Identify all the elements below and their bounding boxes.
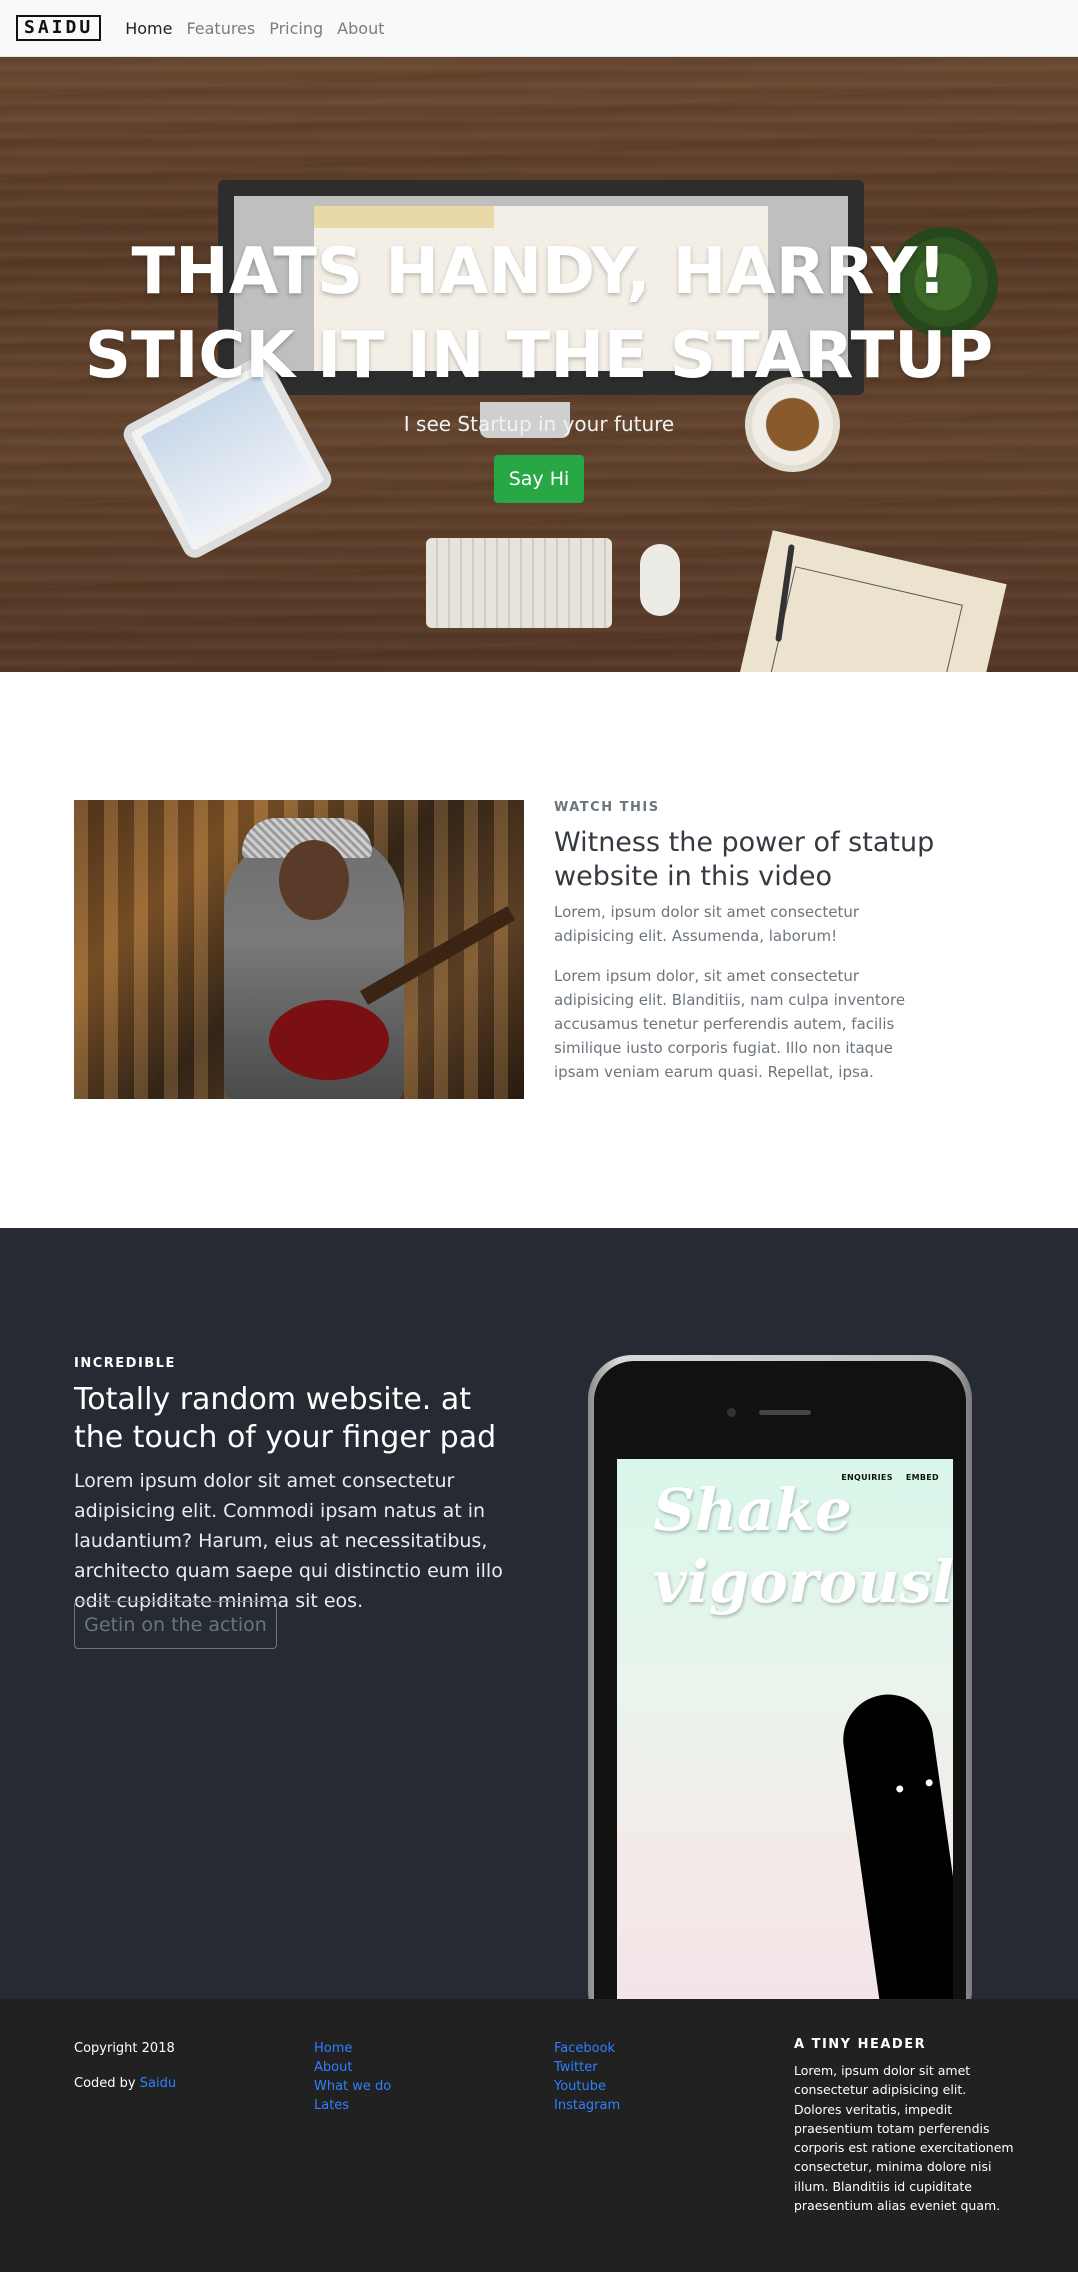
phone-camera-icon <box>727 1408 736 1417</box>
footer-link-what-we-do[interactable]: What we do <box>314 2079 391 2094</box>
video-thumbnail-image[interactable] <box>74 800 524 1099</box>
navbar: SAIDU Home Features Pricing About <box>0 0 1078 57</box>
hero-mouse-image <box>640 544 680 616</box>
footer-coded-by-prefix: Coded by <box>74 2076 140 2091</box>
nav-link-about[interactable]: About <box>337 19 384 38</box>
footer-link-lates[interactable]: Lates <box>314 2098 349 2113</box>
hero-title-line2: STICK IT IN THE STARTUP <box>84 319 994 393</box>
footer-header: A TINY HEADER <box>794 2037 927 2052</box>
phone-speaker-icon <box>759 1410 811 1415</box>
phone-mockup: ENQUIRIES EMBED Shake vigorously <box>588 1355 972 1999</box>
video-paragraph-2: Lorem ipsum dolor, sit amet consectetur … <box>554 967 906 1081</box>
footer-paragraph: Lorem, ipsum dolor sit amet consectetur … <box>794 2063 1014 2214</box>
blob-eye-icon <box>895 1784 904 1793</box>
nav-link-home[interactable]: Home <box>125 19 172 38</box>
nav-link-features[interactable]: Features <box>186 19 255 38</box>
footer-coded-by: Coded by Saidu <box>74 2076 176 2091</box>
nav-link-pricing[interactable]: Pricing <box>269 19 323 38</box>
video-section-title: Witness the power of statup website in t… <box>554 827 935 892</box>
blob-eye-icon <box>925 1778 934 1787</box>
dark-section-title: Totally random website. at the touch of … <box>74 1382 497 1455</box>
footer-link-home[interactable]: Home <box>314 2041 352 2056</box>
footer-link-youtube[interactable]: Youtube <box>554 2079 606 2094</box>
footer: Copyright 2018 Coded by Saidu Home About… <box>0 1999 1078 2272</box>
footer-author-link[interactable]: Saidu <box>140 2076 176 2091</box>
blob-character-image <box>837 1688 953 1999</box>
getin-on-the-action-button[interactable]: Getin on the action <box>74 1601 277 1649</box>
brand-logo[interactable]: SAIDU <box>16 15 102 41</box>
video-paragraph-1: Lorem, ipsum dolor sit amet consectetur … <box>554 903 860 945</box>
footer-copyright: Copyright 2018 <box>74 2041 175 2056</box>
hero-title-line1: THATS HANDY, HARRY! <box>131 235 947 309</box>
dark-section: INCREDIBLE Totally random website. at th… <box>0 1228 1078 1999</box>
footer-link-about[interactable]: About <box>314 2060 352 2075</box>
hero-subtitle: I see Startup in your future <box>403 412 675 436</box>
hero-keyboard-image <box>426 538 612 628</box>
say-hi-button[interactable]: Say Hi <box>494 455 584 503</box>
hero-title: THATS HANDY, HARRY! STICK IT IN THE STAR… <box>0 230 1078 398</box>
dark-eyebrow: INCREDIBLE <box>74 1356 176 1371</box>
footer-link-twitter[interactable]: Twitter <box>554 2060 598 2075</box>
dark-section-lead: Lorem ipsum dolor sit amet consectetur a… <box>74 1470 503 1612</box>
phone-headline: Shake vigorously <box>653 1476 953 1616</box>
video-eyebrow: WATCH THIS <box>554 800 660 815</box>
footer-link-facebook[interactable]: Facebook <box>554 2041 615 2056</box>
hero-sketch-paper-image <box>733 530 1007 672</box>
phone-screen: ENQUIRIES EMBED Shake vigorously <box>617 1459 953 1999</box>
footer-link-instagram[interactable]: Instagram <box>554 2098 620 2113</box>
